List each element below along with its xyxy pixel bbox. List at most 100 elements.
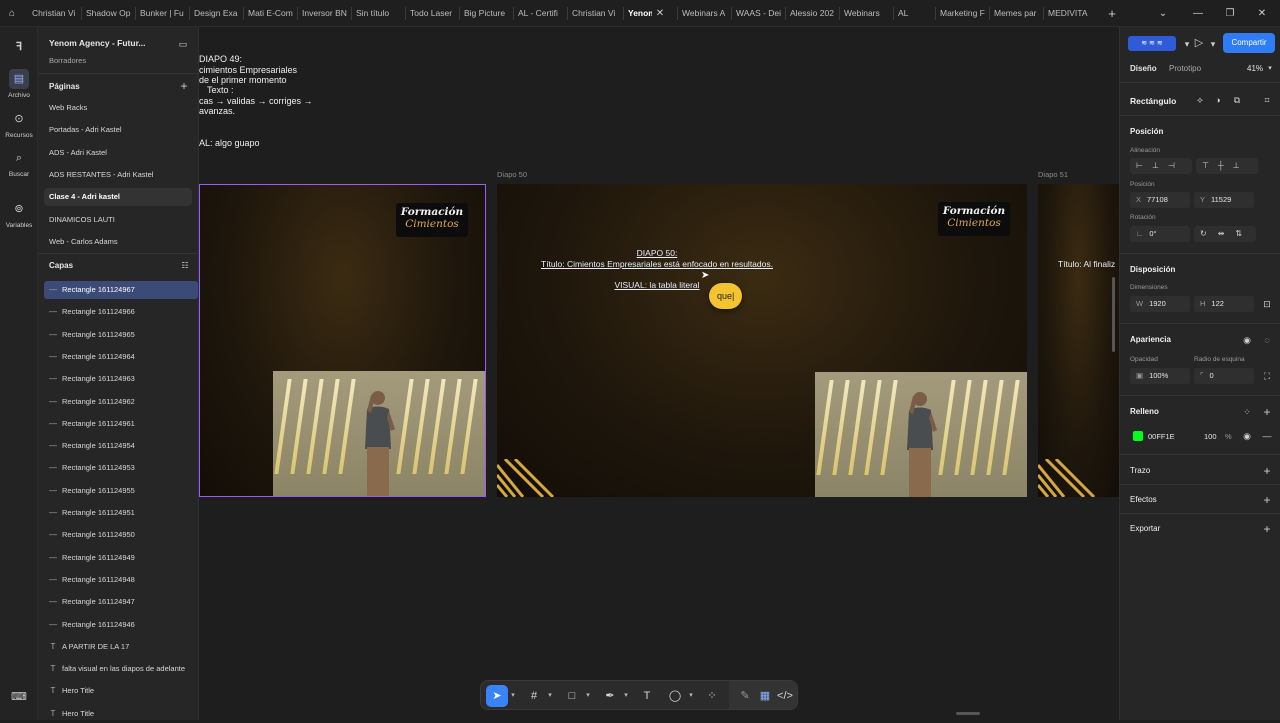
close-window-icon[interactable]: ✕ — [1252, 0, 1272, 27]
new-tab-icon[interactable]: + — [1102, 0, 1122, 27]
frame-tool-icon[interactable]: # — [523, 685, 545, 707]
browser-tab[interactable]: Marketing F — [938, 0, 986, 27]
slide-diapo-51[interactable]: Título: Al finaliz — [1038, 184, 1119, 497]
dev-mode-icon[interactable]: </> — [774, 685, 796, 707]
canvas[interactable]: DIAPO 49: cimientos Empresariales de el … — [199, 27, 1119, 720]
layer-row[interactable]: — Rectangle 161124966 — [44, 303, 198, 321]
chevron-down-icon[interactable]: ▾ — [687, 685, 695, 707]
present-icon[interactable]: ▷ — [1192, 36, 1206, 50]
page-item[interactable]: ADS - Adri Kastel — [44, 144, 192, 162]
layer-row[interactable]: — Rectangle 161124953 — [44, 459, 198, 477]
comment-tool-icon[interactable]: ◯ — [664, 685, 686, 707]
page-item[interactable]: Web Racks — [44, 99, 192, 117]
layer-row[interactable]: — Rectangle 161124963 — [44, 370, 198, 388]
layer-row[interactable]: — Rectangle 161124951 — [44, 504, 198, 522]
vertical-align-group[interactable]: ⊤┼⊥ — [1196, 158, 1258, 174]
opacity-field[interactable]: ▣ 100% — [1130, 368, 1190, 384]
browser-tab[interactable]: Mati E-Com — [246, 0, 294, 27]
file-name[interactable]: Yenom Agency - Futur... — [49, 38, 146, 48]
canvas-note[interactable]: DIAPO 49: — [199, 54, 242, 64]
home-icon[interactable]: ⌂ — [2, 0, 22, 27]
canvas-note[interactable]: de el primer momento — [199, 75, 287, 85]
design-mode-icon[interactable]: ▦ — [754, 685, 776, 707]
actions-icon[interactable]: ⁘ — [701, 685, 723, 707]
stroke-section-title[interactable]: Trazo — [1130, 466, 1150, 475]
layer-row[interactable]: — Rectangle 161124950 — [44, 526, 198, 544]
slide-text-title[interactable]: Título: Cimientos Empresariales está enf… — [497, 259, 817, 269]
layer-row[interactable]: — Rectangle 161124949 — [44, 549, 198, 567]
rotation-field[interactable]: ∟ 0° — [1130, 226, 1190, 242]
add-fill-icon[interactable]: + — [1260, 405, 1274, 419]
browser-tab[interactable]: Todo Laser — [408, 0, 456, 27]
tab-search-chevron-icon[interactable]: ⌄ — [1153, 0, 1173, 27]
browser-tab[interactable]: Bunker | Fu — [138, 0, 186, 27]
canvas-note[interactable]: Texto : — [207, 85, 234, 95]
zoom-level[interactable]: 41% — [1247, 64, 1263, 73]
layer-row[interactable]: Tfalta visual en las diapos de adelante — [44, 660, 198, 678]
layer-row[interactable]: — Rectangle 161124962 — [44, 393, 198, 411]
slide-diapo-49[interactable]: Formación Cimientos — [199, 184, 486, 497]
minimize-icon[interactable]: — — [1188, 0, 1208, 27]
slide-text-heading[interactable]: DIAPO 50: — [497, 248, 817, 258]
y-position-field[interactable]: Y 11529 — [1194, 192, 1254, 208]
share-button[interactable]: Compartir — [1223, 33, 1275, 53]
browser-tab[interactable]: Alessio 202 — [788, 0, 836, 27]
text-tool-icon[interactable]: T — [636, 685, 658, 707]
canvas-note[interactable]: cimientos Empresariales — [199, 65, 297, 75]
chevron-down-icon[interactable]: ▾ — [622, 685, 630, 707]
browser-tab[interactable]: Big Picture — [462, 0, 510, 27]
page-item[interactable]: ADS RESTANTES - Adri Kastel — [44, 166, 192, 184]
layer-row[interactable]: — Rectangle 161124955 — [44, 482, 198, 500]
file-location[interactable]: Borradores — [49, 56, 86, 65]
layer-row[interactable]: — Rectangle 161124967 — [44, 281, 198, 299]
canvas-note[interactable]: AL: algo guapo — [199, 138, 260, 148]
layer-row[interactable]: — Rectangle 161124947 — [44, 593, 198, 611]
frame-label-diapo-50[interactable]: Diapo 50 — [497, 170, 527, 179]
fill-color-swatch[interactable] — [1133, 431, 1143, 441]
draw-mode-icon[interactable]: ✎ — [734, 685, 756, 707]
eye-icon[interactable]: ◉ — [1240, 429, 1254, 443]
browser-tab[interactable]: Yenom — [626, 0, 652, 27]
rail-item-assets[interactable]: ⊙ Recursos — [0, 109, 38, 139]
layer-row[interactable]: T Hero Title — [44, 682, 198, 700]
chevron-down-icon[interactable]: ▾ — [509, 685, 517, 707]
styles-grid-icon[interactable]: ⁘ — [1240, 405, 1254, 419]
rail-item-search[interactable]: ⌕ Buscar — [0, 148, 38, 178]
canvas-note[interactable]: cas → validas → corriges → — [199, 96, 313, 106]
page-item[interactable]: Clase 4 - Adri kastel — [44, 188, 192, 207]
chevron-down-icon[interactable]: ▾ — [1206, 37, 1220, 51]
rectangle-tool-icon[interactable]: □ — [561, 685, 583, 707]
browser-tab[interactable]: Christian Vi — [570, 0, 618, 27]
layer-row[interactable]: — Rectangle 161124946 — [44, 616, 198, 634]
layer-type-title[interactable]: Rectángulo — [1130, 96, 1176, 106]
layer-row[interactable]: — Rectangle 161124948 — [44, 571, 198, 589]
frame-label-diapo-51[interactable]: Diapo 51 — [1038, 170, 1068, 179]
add-page-icon[interactable]: + — [177, 79, 191, 93]
move-tool-icon[interactable]: ➤ — [486, 685, 508, 707]
boolean-icon[interactable]: ⧉ — [1230, 93, 1244, 107]
eye-icon[interactable]: ◉ — [1240, 333, 1254, 347]
toggle-sidebar-icon[interactable]: ▭ — [176, 37, 190, 51]
tab-design[interactable]: Diseño — [1130, 64, 1157, 73]
effects-section-title[interactable]: Efectos — [1130, 495, 1157, 504]
constrain-proportions-icon[interactable]: ⊡ — [1260, 297, 1274, 311]
close-tab-icon[interactable]: ✕ — [654, 0, 666, 27]
chevron-down-icon[interactable]: ▾ — [546, 685, 554, 707]
browser-tab[interactable]: Inversor BN — [300, 0, 348, 27]
independent-corners-icon[interactable]: ⛶ — [1260, 369, 1274, 383]
restore-icon[interactable]: ❐ — [1220, 0, 1240, 27]
add-effect-icon[interactable]: + — [1260, 493, 1274, 507]
layer-row[interactable]: T A PARTIR DE LA 17 — [44, 638, 198, 656]
figma-menu-icon[interactable]: ꟻ — [0, 37, 38, 60]
chevron-down-icon[interactable]: ▾ — [1263, 62, 1277, 76]
horizontal-align-group[interactable]: ⊢⊥⊣ — [1130, 158, 1192, 174]
browser-tab[interactable]: Sin título — [354, 0, 402, 27]
x-position-field[interactable]: X 77108 — [1130, 192, 1190, 208]
flip-rotate-group[interactable]: ↻⇹⇅ — [1194, 226, 1256, 242]
layer-row[interactable]: — Rectangle 161124961 — [44, 415, 198, 433]
remove-fill-icon[interactable]: — — [1260, 429, 1274, 443]
width-field[interactable]: W 1920 — [1130, 296, 1190, 312]
add-stroke-icon[interactable]: + — [1260, 464, 1274, 478]
vertical-scrollbar[interactable] — [1112, 277, 1115, 352]
collaborators-avatars[interactable]: ≋ ≋ ≋ — [1128, 36, 1176, 51]
